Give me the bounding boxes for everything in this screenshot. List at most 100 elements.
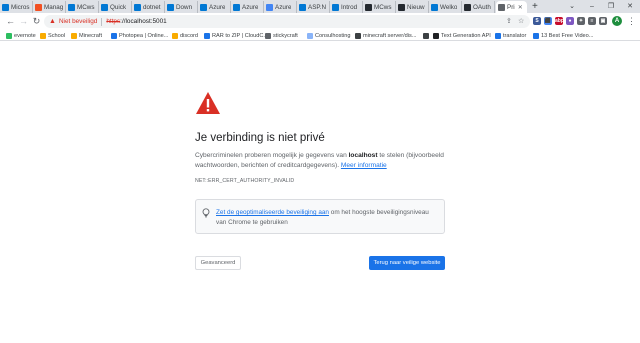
url-host: ://localhost:5001 bbox=[120, 18, 167, 25]
profile-avatar[interactable]: A bbox=[612, 16, 622, 26]
reload-button[interactable]: ↻ bbox=[31, 16, 42, 27]
tab[interactable]: OAuth bbox=[462, 1, 495, 13]
bookmark-item[interactable]: Consulhosting bbox=[307, 31, 350, 40]
bookmark-item[interactable]: translator bbox=[495, 31, 526, 40]
bookmark-favicon-icon bbox=[172, 32, 178, 39]
error-description: Cybercriminelen proberen mogelijk je geg… bbox=[195, 151, 445, 171]
bookmark-item[interactable]: Photopea | Online... bbox=[111, 31, 168, 40]
bookmark-item[interactable]: Minecraft bbox=[71, 31, 102, 40]
share-icon[interactable]: ⇪ bbox=[506, 15, 512, 28]
tab-favicon-icon bbox=[167, 3, 174, 11]
bookmark-item[interactable]: minecraft server/dis... bbox=[355, 31, 416, 40]
forward-button[interactable]: → bbox=[18, 16, 29, 27]
bookmark-item[interactable]: stickycraft bbox=[265, 31, 298, 40]
tab-strip: Micros Manag MCws Quick dotnet Down Azure Azure… bbox=[0, 0, 640, 13]
tab-label: ASP.N bbox=[308, 3, 327, 11]
warning-mini-icon[interactable]: ▲ bbox=[49, 18, 56, 25]
bookmark-item[interactable]: RAR to ZIP | CloudC... bbox=[204, 31, 268, 40]
new-tab-button[interactable]: + bbox=[532, 1, 538, 12]
bookmark-item[interactable]: evernote bbox=[6, 31, 36, 40]
tab-label: OAuth bbox=[473, 3, 491, 11]
bookmark-favicon-icon bbox=[495, 32, 501, 39]
tab-label: dotnet bbox=[143, 3, 161, 11]
bookmark-favicon-icon bbox=[204, 32, 210, 39]
tab[interactable]: Azure bbox=[231, 1, 264, 13]
bookmark-favicon-icon bbox=[111, 32, 117, 39]
tab-search-button[interactable]: ⌄ bbox=[562, 0, 582, 13]
bookmark-favicon-icon bbox=[71, 32, 77, 39]
security-label[interactable]: Niet beveiligd bbox=[59, 18, 97, 25]
bookmark-label: RAR to ZIP | CloudC... bbox=[212, 32, 269, 39]
tab-favicon-icon bbox=[431, 3, 438, 11]
tab-favicon-icon bbox=[266, 3, 273, 11]
bookmark-item[interactable]: discord bbox=[172, 31, 198, 40]
tab-label: Micros bbox=[11, 3, 30, 11]
bookmark-item[interactable] bbox=[423, 31, 431, 40]
warning-triangle-icon bbox=[196, 92, 220, 114]
extension-icon[interactable]: ≡ bbox=[588, 17, 596, 25]
extension-icon[interactable]: ● bbox=[566, 17, 574, 25]
bookmark-label: Text Generation API bbox=[441, 32, 491, 39]
address-bar[interactable]: ▲ Niet beveiligd https ://localhost:5001… bbox=[44, 15, 530, 28]
tab[interactable]: ASP.N bbox=[297, 1, 330, 13]
tab[interactable]: Introd bbox=[330, 1, 363, 13]
tab-label: Azure bbox=[242, 3, 259, 11]
bookmark-item[interactable]: Text Generation API bbox=[433, 31, 491, 40]
more-info-link[interactable]: Meer informatie bbox=[341, 162, 387, 169]
tab[interactable]: Manag bbox=[33, 1, 66, 13]
error-code: NET::ERR_CERT_AUTHORITY_INVALID bbox=[195, 178, 295, 184]
tab[interactable]: dotnet bbox=[132, 1, 165, 13]
tab-favicon-icon bbox=[332, 3, 339, 11]
tab-label: MCws bbox=[77, 3, 95, 11]
bookmark-label: discord bbox=[180, 32, 199, 39]
extension-icon[interactable]: ✦ bbox=[577, 17, 585, 25]
tab-favicon-icon bbox=[365, 3, 372, 11]
bookmark-favicon-icon bbox=[433, 32, 439, 39]
tab-close-icon[interactable]: ✕ bbox=[518, 4, 523, 11]
menu-icon[interactable]: ⋮ bbox=[626, 16, 637, 27]
globe-icon bbox=[498, 3, 505, 11]
enhanced-protection-box: Zet de geoptimaliseerde beveiliging aan … bbox=[195, 199, 445, 234]
bookmark-label: Minecraft bbox=[79, 32, 103, 39]
bookmark-favicon-icon bbox=[355, 32, 361, 39]
page-title: Je verbinding is niet privé bbox=[195, 132, 325, 144]
extension-icon[interactable]: S bbox=[533, 17, 541, 25]
advanced-button[interactable]: Geavanceerd bbox=[195, 256, 241, 270]
tab[interactable]: Down bbox=[165, 1, 198, 13]
bookmark-star-icon[interactable]: ☆ bbox=[518, 15, 524, 28]
tab[interactable]: MCws bbox=[363, 1, 396, 13]
extension-icon[interactable]: ▣ bbox=[599, 17, 607, 25]
tab[interactable]: Micros bbox=[0, 1, 33, 13]
tab[interactable]: MCws bbox=[66, 1, 99, 13]
tab[interactable]: Azure bbox=[198, 1, 231, 13]
minimize-button[interactable]: – bbox=[582, 0, 602, 13]
lightbulb-icon bbox=[202, 208, 210, 218]
bookmark-item[interactable]: 13 Best Free Video... bbox=[533, 31, 593, 40]
close-window-button[interactable]: ✕ bbox=[620, 0, 640, 13]
tab[interactable]: Welko bbox=[429, 1, 462, 13]
tab-favicon-icon bbox=[398, 3, 405, 11]
back-to-safety-button[interactable]: Terug naar veilige website bbox=[369, 256, 445, 270]
extension-icon[interactable]: abp bbox=[555, 17, 564, 25]
bookmark-favicon-icon bbox=[423, 32, 429, 39]
restore-button[interactable]: ❐ bbox=[601, 0, 621, 13]
tab-favicon-icon bbox=[233, 3, 240, 11]
tab-favicon-icon bbox=[299, 3, 306, 11]
bookmarks-bar: evernote School Minecraft Photopea | Online… bbox=[0, 30, 640, 41]
tab-favicon-icon bbox=[200, 3, 207, 11]
extension-icon[interactable]: ⬛ bbox=[544, 17, 552, 25]
toolbar: ← → ↻ ▲ Niet beveiligd https ://localhos… bbox=[0, 13, 640, 30]
enhanced-protection-link[interactable]: Zet de geoptimaliseerde beveiliging aan bbox=[216, 209, 329, 216]
tab[interactable]: Quick bbox=[99, 1, 132, 13]
tab-favicon-icon bbox=[35, 3, 42, 11]
tab-label: Introd bbox=[341, 3, 358, 11]
bookmark-label: Consulhosting bbox=[315, 32, 351, 39]
bookmark-favicon-icon bbox=[40, 32, 46, 39]
tab[interactable]: Nieuw bbox=[396, 1, 429, 13]
enhanced-protection-text: Zet de geoptimaliseerde beveiliging aan … bbox=[216, 208, 440, 228]
back-button[interactable]: ← bbox=[5, 16, 16, 27]
tab[interactable]: Azure bbox=[264, 1, 297, 13]
bookmark-item[interactable]: School bbox=[40, 31, 65, 40]
tab-active[interactable]: Pri ✕ bbox=[496, 1, 527, 13]
tab-favicon-icon bbox=[101, 3, 108, 11]
